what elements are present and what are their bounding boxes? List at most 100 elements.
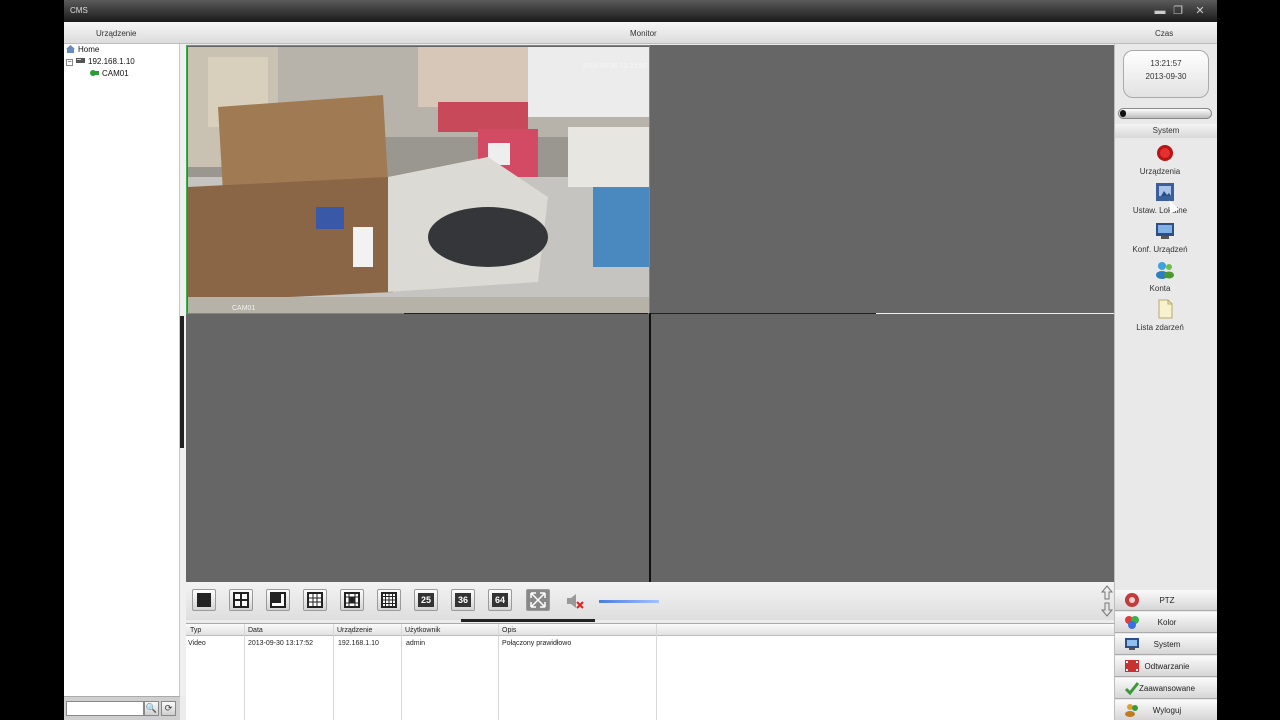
layout-6-button[interactable] (266, 589, 290, 611)
close-button[interactable]: ✕ (1193, 4, 1207, 18)
color-panel-button[interactable]: Kolor (1115, 612, 1217, 633)
event-log-table: Typ Data Urządzenie Użytkownik Opis Vide… (186, 623, 1114, 720)
grid-line (876, 313, 1114, 314)
minimize-button[interactable]: ▬ (1153, 4, 1167, 18)
time-section-label: Czas (1155, 29, 1174, 38)
fullscreen-button[interactable] (526, 589, 550, 611)
system-item-event-list[interactable]: Lista zdarzeń (1115, 299, 1217, 337)
advanced-label: Zaawansowane (1139, 684, 1196, 693)
system-item-label: Konta (1149, 284, 1171, 293)
dvr-device-icon (76, 57, 85, 65)
thirteen-view-icon (344, 592, 360, 608)
video-cell-2[interactable] (651, 45, 1114, 313)
ptz-label: PTZ (1159, 596, 1175, 605)
tree-item-device[interactable]: − 192.168.1.10 (66, 56, 135, 68)
system-item-devices[interactable]: Urządzenia (1115, 143, 1217, 181)
log-col-device[interactable]: Urządzenie (337, 627, 372, 634)
clock-date: 2013-09-30 (1145, 72, 1187, 81)
tree-search-input[interactable] (66, 701, 144, 716)
video-cell-3[interactable] (186, 314, 649, 582)
maximize-button[interactable]: ❐ (1171, 4, 1185, 18)
table-row[interactable]: Video 2013-09-30 13:17:52 192.168.1.10 a… (186, 637, 1114, 649)
collapse-handle[interactable] (180, 316, 184, 448)
system-item-device-config[interactable]: Konf. Urządzeń (1115, 221, 1217, 259)
video-camera-name: CAM01 (232, 305, 256, 312)
tree-item-home[interactable]: Home (66, 44, 99, 56)
system-item-label: Konf. Urządzeń (1132, 245, 1188, 254)
device-tree: Home − 192.168.1.10 CAM01 (64, 44, 180, 696)
system-item-label: Ustaw. Lokalne (1132, 206, 1188, 215)
layout-64-button[interactable]: 64 (488, 589, 512, 611)
speaker-muted-icon (567, 594, 584, 609)
layout-16-button[interactable] (377, 589, 401, 611)
event-list-icon (1158, 299, 1173, 319)
page-up-down-icon (1100, 585, 1114, 617)
clock-time: 13:21:57 (1150, 59, 1182, 68)
logout-panel-button[interactable]: Wyloguj (1115, 700, 1217, 720)
clock-display: 13:21:57 2013-09-30 (1123, 50, 1209, 98)
sixteen-view-icon (381, 592, 397, 608)
record-icon (1157, 145, 1173, 161)
warehouse-scene-image (188, 47, 649, 313)
advanced-tools-icon (1124, 682, 1140, 696)
log-col-user[interactable]: Użytkownik (405, 627, 440, 634)
log-col-date[interactable]: Data (248, 627, 263, 634)
title-bar: CMS ▬ ❐ ✕ (64, 0, 1217, 22)
tree-label-device: 192.168.1.10 (88, 57, 135, 66)
layout-1-button[interactable] (192, 589, 216, 611)
ptz-icon (1125, 593, 1139, 607)
system-item-label: Lista zdarzeń (1136, 323, 1184, 332)
layout-9-button[interactable] (303, 589, 327, 611)
layout-25-label: 25 (418, 593, 434, 607)
layout-64-label: 64 (492, 593, 508, 607)
nine-view-icon (307, 592, 323, 608)
color-palette-icon (1125, 616, 1139, 629)
splitter-handle[interactable] (461, 619, 595, 622)
layout-4-button[interactable] (229, 589, 253, 611)
video-cell-1[interactable]: 2013-09-30 13:21:56 CAM01 (186, 45, 650, 314)
section-header: Urządzenie Monitor Czas (64, 22, 1217, 44)
advanced-panel-button[interactable]: Zaawansowane (1115, 678, 1217, 699)
monitor-grid: 2013-09-30 13:21:56 CAM01 (186, 45, 1114, 582)
accounts-icon (1156, 262, 1174, 279)
ptz-panel-button[interactable]: PTZ (1115, 590, 1217, 611)
device-config-icon (1156, 223, 1174, 239)
log-header-row: Typ Data Urządzenie Użytkownik Opis (186, 624, 1114, 636)
camera-video-feed: 2013-09-30 13:21:56 CAM01 (188, 47, 649, 313)
video-cell-4[interactable] (651, 314, 1114, 582)
system-panel-button[interactable]: System (1115, 634, 1217, 655)
view-toolbar: 25 36 64 (186, 582, 1114, 620)
search-icon[interactable]: 🔍 (144, 701, 159, 716)
log-cell-date: 2013-09-30 13:17:52 (248, 640, 313, 647)
mute-button[interactable] (564, 590, 586, 612)
layout-36-button[interactable]: 36 (451, 589, 475, 611)
log-col-type[interactable]: Typ (190, 627, 201, 634)
system-item-accounts[interactable]: Konta (1115, 260, 1217, 298)
color-label: Kolor (1157, 618, 1177, 627)
right-panel: 13:21:57 2013-09-30 System Urządzenia Us… (1114, 44, 1217, 720)
cpu-usage-fill (1120, 110, 1126, 117)
layout-13-button[interactable] (340, 589, 364, 611)
system-monitor-icon (1125, 638, 1139, 650)
log-cell-description: Połączony prawidłowo (502, 640, 572, 647)
playback-panel-button[interactable]: Odtwarzanie (1115, 656, 1217, 677)
six-view-icon (270, 592, 286, 608)
quad-view-icon (233, 592, 249, 608)
device-section-label: Urządzenie (96, 29, 137, 38)
system-item-label: Urządzenia (1139, 167, 1181, 176)
grid-page-scroller[interactable] (1100, 584, 1114, 618)
system-label: System (1153, 640, 1181, 649)
tree-label-camera: CAM01 (102, 69, 129, 78)
log-cell-type: Video (188, 640, 206, 647)
refresh-icon[interactable]: ⟳ (161, 701, 176, 716)
grid-divider (649, 313, 651, 582)
grid-line (651, 313, 876, 314)
collapse-toggle[interactable]: − (66, 59, 73, 66)
layout-25-button[interactable]: 25 (414, 589, 438, 611)
log-cell-device: 192.168.1.10 (338, 640, 379, 647)
cpu-usage-bar (1118, 108, 1212, 119)
tree-item-camera[interactable]: CAM01 (90, 68, 129, 80)
monitor-section-label: Monitor (630, 29, 657, 38)
log-col-description[interactable]: Opis (502, 627, 516, 634)
volume-slider[interactable] (599, 600, 659, 603)
